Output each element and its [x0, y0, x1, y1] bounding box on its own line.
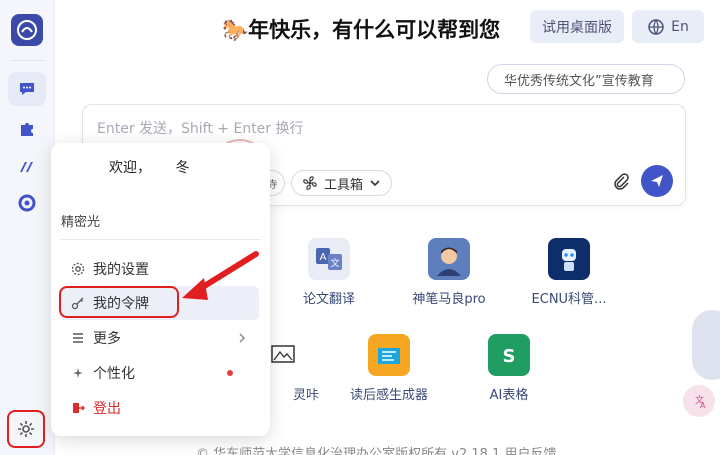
paperclip-icon — [614, 173, 629, 190]
send-icon — [651, 175, 663, 187]
sidebar — [0, 0, 55, 455]
sidebar-divider — [10, 60, 44, 61]
svg-text:A: A — [320, 252, 327, 263]
robot-icon — [548, 238, 590, 280]
menu-item-label: 我的设置 — [93, 262, 149, 278]
app-label: 论文翻译 — [302, 292, 355, 307]
settings-button[interactable] — [7, 410, 45, 448]
sidebar-item-help[interactable] — [8, 186, 46, 220]
app-shenbi-maliang[interactable]: 神笔马良pro — [394, 238, 504, 307]
translate-icon: 文 A — [695, 394, 706, 410]
translate-globe-icon — [648, 18, 664, 35]
translate-fab-button[interactable]: 文 A — [683, 385, 715, 417]
sidebar-item-plugins[interactable] — [8, 112, 46, 146]
floating-assistant-edge[interactable] — [692, 310, 720, 380]
token-highlight-box — [59, 286, 179, 318]
lifebuoy-icon — [18, 194, 36, 212]
app-reading-report[interactable]: 读后感生成器 — [334, 334, 444, 403]
language-toggle-button[interactable]: En — [632, 10, 704, 43]
more-icon — [73, 333, 83, 343]
sidebar-item-chat[interactable] — [8, 72, 46, 106]
app-paper-translate[interactable]: A 文 论文翻译 — [274, 238, 384, 307]
notification-dot — [227, 370, 233, 376]
annotation-arrow — [182, 251, 259, 300]
sidebar-item-tools[interactable] — [8, 150, 46, 184]
menu-item-personalize[interactable]: 个性化 — [59, 356, 259, 390]
tools-icon — [20, 162, 33, 172]
sheet-icon: S — [488, 334, 530, 376]
chat-bubble-icon — [20, 83, 34, 95]
reading-icon — [368, 334, 410, 376]
logo-icon — [17, 20, 37, 40]
page-title: 🐎年快乐，有什么可以帮到您 — [222, 18, 501, 42]
menu-divider — [61, 239, 261, 240]
avatar-boy-icon — [428, 238, 470, 280]
announcement-pill[interactable]: 华优秀传统文化”宣传教育 — [487, 64, 685, 94]
menu-item-label: 个性化 — [93, 366, 135, 382]
menu-item-label: 登出 — [93, 401, 121, 417]
chat-input[interactable]: Enter 发送，Shift + Enter 换行 — [97, 118, 304, 138]
sparkle-icon — [73, 368, 83, 378]
announcement-text: 华优秀传统文化”宣传教育 — [504, 73, 654, 89]
footer-text: © 华东师范大学信息化治理办公室版权所有 v2.18.1 用户反馈 — [196, 447, 557, 455]
send-button[interactable] — [641, 165, 673, 197]
welcome-text: 欢迎， 冬 — [109, 157, 189, 177]
translate-icon: A 文 — [308, 238, 350, 280]
puzzle-icon — [21, 123, 33, 136]
app-label: 灵咔 — [292, 388, 319, 403]
app-logo[interactable] — [11, 14, 43, 46]
desktop-version-button[interactable]: 试用桌面版 — [530, 10, 624, 43]
app-label: 读后感生成器 — [349, 388, 428, 403]
logout-icon — [73, 403, 85, 413]
app-label: 神笔马良pro — [412, 292, 486, 307]
chevron-down-icon — [370, 180, 380, 187]
svg-text:S: S — [503, 346, 516, 367]
app-ecnu-keguan[interactable]: ECNU科管... — [514, 238, 624, 307]
gear-icon — [18, 421, 34, 437]
chevron-right-icon — [239, 333, 245, 343]
gear-icon — [71, 262, 85, 276]
desktop-version-label: 试用桌面版 — [542, 19, 612, 36]
toolbox-label: 工具箱 — [324, 177, 364, 193]
fan-icon — [303, 176, 317, 190]
menu-item-label: 更多 — [93, 331, 121, 347]
menu-item-logout[interactable]: 登出 — [59, 391, 259, 425]
app-label: AI表格 — [489, 388, 529, 403]
svg-text:A: A — [700, 401, 706, 410]
attach-button[interactable] — [611, 172, 631, 192]
welcome-username: 冬 — [175, 160, 190, 176]
menu-item-more[interactable]: 更多 — [59, 321, 259, 355]
language-label: En — [671, 18, 689, 35]
welcome-label: 欢迎， — [109, 160, 151, 176]
user-organization: 精密光 — [61, 215, 101, 230]
toolbox-button[interactable]: 工具箱 — [291, 170, 393, 196]
app-ai-sheet[interactable]: S AI表格 — [454, 334, 564, 403]
app-label: ECNU科管... — [531, 292, 607, 307]
svg-text:文: 文 — [330, 257, 339, 269]
